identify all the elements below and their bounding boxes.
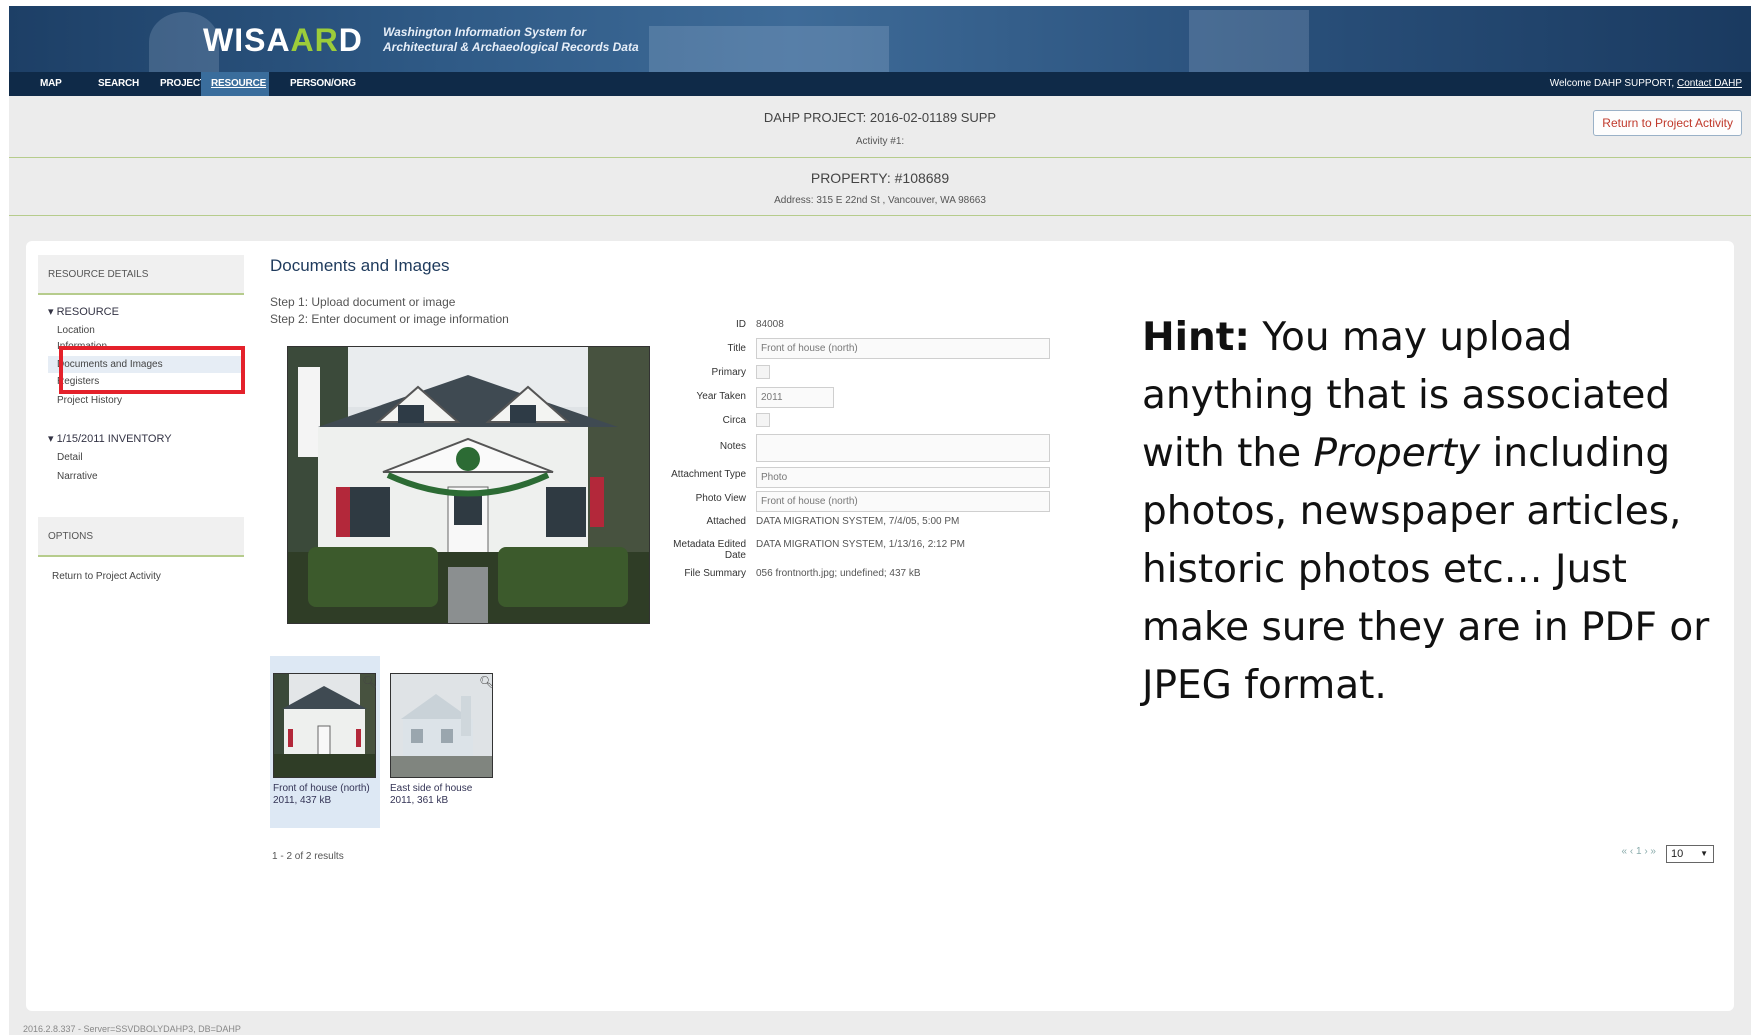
results-count: 1 - 2 of 2 results: [272, 851, 344, 862]
project-bar: DAHP PROJECT: 2016-02-01189 SUPP Activit…: [9, 96, 1751, 158]
return-to-project-button[interactable]: Return to Project Activity: [1593, 110, 1742, 136]
metadata-edited-label: Metadata Edited Date: [616, 539, 746, 561]
main-nav: MAP SEARCH PROJECT RESOURCE PERSON/ORG W…: [9, 72, 1751, 96]
thumbnail-front[interactable]: 🔍︎ Front of house (north) 2011, 437 kB: [270, 656, 380, 828]
thumbnail-east[interactable]: 🔍︎ East side of house 2011, 361 kB: [387, 656, 497, 828]
logo-subtitle-line2: Architectural & Archaeological Records D…: [383, 40, 639, 54]
chevron-down-icon: ▼: [1700, 849, 1708, 858]
wisaard-logo[interactable]: WISAARD: [203, 22, 363, 59]
thumbnail-front-image: [273, 673, 376, 778]
sidebar-group-resource-label: RESOURCE: [56, 306, 119, 318]
form-labels: ID Title Primary Year Taken Circa Notes …: [626, 319, 756, 619]
photo-view-input[interactable]: Front of house (north): [756, 491, 1050, 512]
title-input[interactable]: Front of house (north): [756, 338, 1050, 359]
id-label: ID: [736, 319, 746, 330]
circa-checkbox[interactable]: [756, 413, 770, 427]
attached-label: Attached: [706, 516, 746, 527]
attachment-type-field[interactable]: Photo: [756, 467, 1050, 488]
logo-text: WISA: [203, 22, 291, 58]
thumbnail-front-caption: Front of house (north) 2011, 437 kB: [273, 783, 370, 807]
options-header: OPTIONS: [38, 517, 244, 557]
selected-photo[interactable]: [287, 346, 650, 624]
logo-text-end: D: [338, 22, 363, 58]
thumbnail-front-title: Front of house (north): [273, 783, 370, 794]
thumbnail-front-meta: 2011, 437 kB: [273, 795, 332, 806]
photo-view-label: Photo View: [695, 493, 746, 504]
hint-emphasis: Property: [1313, 431, 1481, 476]
logo-subtitle-line1: Washington Information System for: [383, 25, 587, 39]
pager-nav[interactable]: « ‹ 1 › »: [1622, 846, 1656, 857]
logo-subtitle: Washington Information System for Archit…: [383, 25, 639, 55]
sidebar-item-project-history[interactable]: Project History: [57, 395, 122, 406]
primary-checkbox[interactable]: [756, 365, 770, 379]
sidebar-item-narrative[interactable]: Narrative: [57, 471, 98, 482]
property-bar: PROPERTY: #108689 Address: 315 E 22nd St…: [9, 158, 1751, 216]
zoom-icon[interactable]: 🔍︎: [479, 675, 494, 689]
notes-textarea[interactable]: [756, 434, 1050, 462]
file-summary-value: 056 frontnorth.jpg; undefined; 437 kB: [756, 568, 921, 579]
house-photo-image: [288, 347, 649, 623]
notes-label: Notes: [719, 441, 746, 452]
header-banner: WISAARD Washington Information System fo…: [9, 6, 1751, 72]
nav-resource[interactable]: RESOURCE: [201, 72, 269, 96]
property-address: Address: 315 E 22nd St , Vancouver, WA 9…: [774, 195, 986, 206]
thumbnail-east-caption: East side of house 2011, 361 kB: [390, 783, 472, 807]
year-taken-input[interactable]: 2011: [756, 387, 834, 408]
sidebar-group-inventory-label: 1/15/2011 INVENTORY: [56, 433, 172, 445]
circa-label: Circa: [722, 415, 746, 426]
title-label: Title: [727, 343, 746, 354]
skyline-silhouette: [1189, 10, 1309, 72]
primary-label: Primary: [711, 367, 746, 378]
building-silhouette: [649, 26, 889, 72]
hint-label: Hint:: [1142, 315, 1251, 360]
resource-details-header: RESOURCE DETAILS: [38, 255, 244, 295]
file-summary-label: File Summary: [684, 568, 746, 579]
metadata-edited-value: DATA MIGRATION SYSTEM, 1/13/16, 2:12 PM: [756, 539, 965, 550]
sidebar-group-resource[interactable]: ▾ RESOURCE: [48, 305, 119, 318]
page-title: Documents and Images: [270, 256, 450, 275]
nav-search[interactable]: SEARCH: [88, 72, 149, 96]
step-1: Step 1: Upload document or image: [270, 295, 456, 309]
page-size-value: 10: [1671, 848, 1684, 860]
sidebar-item-detail[interactable]: Detail: [57, 452, 83, 463]
nav-person-org[interactable]: PERSON/ORG: [280, 72, 366, 96]
project-title: DAHP PROJECT: 2016-02-01189 SUPP: [763, 110, 997, 125]
metadata-edited-label-line2: Date: [724, 550, 746, 561]
zoom-icon[interactable]: 🔍︎: [362, 675, 377, 689]
thumbnail-east-image: [390, 673, 493, 778]
step-2: Step 2: Enter document or image informat…: [270, 312, 509, 326]
property-title: PROPERTY: #108689: [810, 170, 950, 186]
page-frame: WISAARD Washington Information System fo…: [9, 6, 1751, 1035]
attached-value: DATA MIGRATION SYSTEM, 7/4/05, 5:00 PM: [756, 516, 960, 527]
highlight-box: [59, 346, 245, 394]
year-taken-label: Year Taken: [696, 391, 747, 402]
hint-callout: Hint: You may upload anything that is as…: [1142, 309, 1732, 715]
contact-dahp-link[interactable]: Contact DAHP: [1677, 78, 1742, 89]
id-value: 84008: [756, 319, 784, 330]
welcome-text: Welcome DAHP SUPPORT,: [1549, 78, 1675, 89]
thumbnail-east-meta: 2011, 361 kB: [390, 795, 449, 806]
page-size-select[interactable]: 10 ▼: [1666, 845, 1714, 863]
attachment-type-label: Attachment Type: [671, 469, 746, 480]
logo-text-accent: AR: [290, 22, 339, 58]
thumbnail-east-title: East side of house: [390, 783, 473, 794]
sidebar-group-inventory[interactable]: ▾ 1/15/2011 INVENTORY: [48, 432, 172, 445]
footer-version: 2016.2.8.337 - Server=SSVDBOLYDAHP3, DB=…: [23, 1024, 241, 1034]
activity-label: Activity #1:: [855, 136, 905, 147]
sidebar-return-link[interactable]: Return to Project Activity: [52, 571, 161, 582]
sidebar-item-location[interactable]: Location: [57, 325, 95, 336]
welcome-message: Welcome DAHP SUPPORT, Contact DAHP: [1550, 72, 1742, 96]
metadata-edited-label-line1: Metadata Edited: [673, 539, 746, 550]
nav-map[interactable]: MAP: [30, 72, 72, 96]
